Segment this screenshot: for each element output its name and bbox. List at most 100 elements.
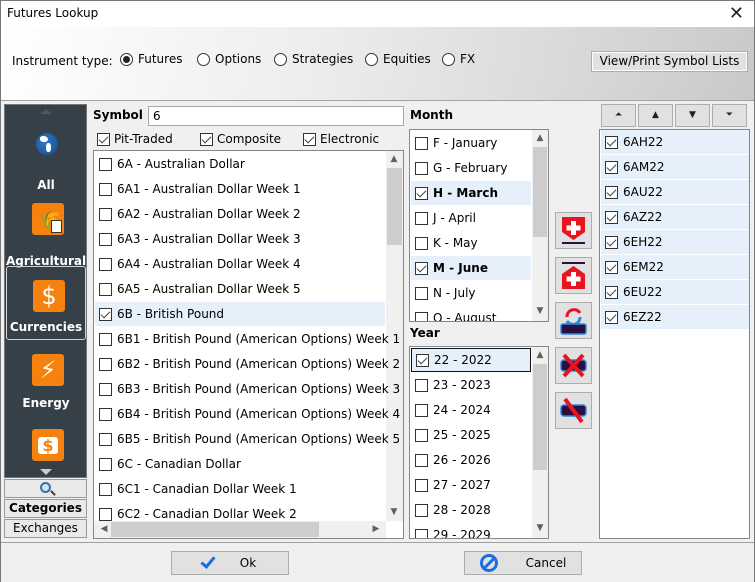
move-down-button[interactable]: ▼ bbox=[675, 104, 710, 127]
search-categories-button[interactable] bbox=[4, 479, 87, 498]
checkbox[interactable] bbox=[415, 136, 428, 150]
list-item[interactable]: 6B5 - British Pound (American Options) W… bbox=[95, 427, 400, 451]
radio-futures[interactable]: Futures bbox=[120, 52, 182, 66]
list-item[interactable]: 6AM22 bbox=[601, 155, 749, 179]
list-item[interactable]: K - May bbox=[411, 231, 531, 255]
checkbox[interactable] bbox=[415, 311, 428, 321]
list-item[interactable]: 6B4 - British Pound (American Options) W… bbox=[95, 402, 400, 426]
ok-button[interactable]: Ok bbox=[171, 551, 289, 575]
list-item[interactable]: 6A2 - Australian Dollar Week 2 bbox=[95, 202, 385, 226]
list-item[interactable]: M - June bbox=[411, 256, 531, 280]
scroll-up-icon[interactable]: ▲ bbox=[386, 154, 402, 164]
sidebar-item-metals[interactable]: $ bbox=[6, 417, 86, 461]
move-top-button[interactable]: ⏶ bbox=[601, 104, 636, 127]
checkbox[interactable] bbox=[99, 182, 112, 196]
list-item[interactable]: 6A - Australian Dollar bbox=[95, 152, 385, 176]
list-item[interactable]: 6B - British Pound bbox=[95, 302, 385, 326]
list-item[interactable]: 6A5 - Australian Dollar Week 5 bbox=[95, 277, 385, 301]
checkbox[interactable] bbox=[605, 310, 618, 324]
checkbox[interactable] bbox=[99, 507, 112, 521]
checkbox[interactable] bbox=[99, 457, 112, 471]
scroll-up-icon[interactable]: ▲ bbox=[532, 350, 548, 360]
scroll-down-arrow-icon[interactable] bbox=[40, 469, 52, 475]
filter-electronic[interactable]: Electronic bbox=[303, 132, 379, 146]
radio-options[interactable]: Options bbox=[197, 52, 261, 66]
list-item[interactable]: 6C1 - Canadian Dollar Week 1 bbox=[95, 477, 385, 501]
checkbox[interactable] bbox=[415, 286, 428, 300]
scroll-down-icon[interactable]: ▼ bbox=[386, 507, 402, 517]
remove-button[interactable] bbox=[555, 347, 592, 384]
radio-fx[interactable]: FX bbox=[442, 52, 475, 66]
checkbox[interactable] bbox=[99, 207, 112, 221]
checkbox[interactable] bbox=[415, 528, 428, 538]
categories-tab[interactable]: Categories bbox=[4, 499, 87, 518]
clear-button[interactable] bbox=[555, 392, 592, 429]
checkbox[interactable] bbox=[415, 453, 428, 467]
checkbox[interactable] bbox=[99, 307, 112, 321]
checkbox[interactable] bbox=[605, 260, 618, 274]
replace-button[interactable] bbox=[555, 302, 592, 339]
checkbox[interactable] bbox=[415, 478, 428, 492]
checkbox[interactable] bbox=[99, 407, 112, 421]
month-list[interactable]: ▲ ▼ F - January G - February H - March J - … bbox=[409, 129, 549, 322]
radio-equities[interactable]: Equities bbox=[365, 52, 431, 66]
sidebar-item-all[interactable]: All bbox=[6, 123, 86, 197]
list-item[interactable]: Q - August bbox=[411, 306, 531, 321]
list-item[interactable]: J - April bbox=[411, 206, 531, 230]
move-bottom-button[interactable]: ⏷ bbox=[712, 104, 747, 127]
list-item[interactable]: F - January bbox=[411, 131, 531, 155]
add-above-button[interactable] bbox=[555, 257, 592, 294]
list-item[interactable]: 6C2 - Canadian Dollar Week 2 bbox=[95, 502, 385, 526]
checkbox[interactable] bbox=[415, 161, 428, 175]
list-item[interactable]: 6EZ22 bbox=[601, 305, 749, 329]
checkbox[interactable] bbox=[99, 357, 112, 371]
checkbox[interactable] bbox=[415, 261, 428, 275]
year-list[interactable]: ▲ ▼ 22 - 2022 23 - 2023 24 - 2024 25 - 2025… bbox=[409, 346, 549, 539]
list-item[interactable]: 22 - 2022 bbox=[411, 348, 531, 372]
list-item[interactable]: 27 - 2027 bbox=[411, 473, 531, 497]
list-item[interactable]: 6A3 - Australian Dollar Week 3 bbox=[95, 227, 385, 251]
checkbox[interactable] bbox=[99, 382, 112, 396]
scrollbar-thumb[interactable] bbox=[533, 364, 547, 470]
radio-strategies[interactable]: Strategies bbox=[274, 52, 353, 66]
checkbox[interactable] bbox=[415, 211, 428, 225]
checkbox[interactable] bbox=[99, 282, 112, 296]
list-item[interactable]: 6EM22 bbox=[601, 255, 749, 279]
checkbox[interactable] bbox=[605, 135, 618, 149]
list-item[interactable]: N - July bbox=[411, 281, 531, 305]
list-item[interactable]: 6EH22 bbox=[601, 230, 749, 254]
exchanges-tab[interactable]: Exchanges bbox=[4, 519, 87, 538]
checkbox[interactable] bbox=[605, 235, 618, 249]
checkbox[interactable] bbox=[99, 232, 112, 246]
sidebar-item-currencies[interactable]: $ Currencies bbox=[6, 266, 86, 340]
checkbox[interactable] bbox=[605, 185, 618, 199]
checkbox[interactable] bbox=[99, 432, 112, 446]
list-item[interactable]: 6B3 - British Pound (American Options) W… bbox=[95, 377, 400, 401]
add-below-button[interactable] bbox=[555, 212, 592, 249]
checkbox[interactable] bbox=[99, 332, 112, 346]
symbol-input[interactable] bbox=[148, 106, 404, 126]
list-item[interactable]: 6B1 - British Pound (American Options) W… bbox=[95, 327, 400, 351]
sidebar-item-agricultural[interactable]: 🌾 Agricultural bbox=[6, 199, 86, 273]
list-item[interactable]: 25 - 2025 bbox=[411, 423, 531, 447]
list-item[interactable]: 6AH22 bbox=[601, 130, 749, 154]
month-list-vscrollbar[interactable]: ▲ ▼ bbox=[532, 130, 548, 321]
scrollbar-thumb[interactable] bbox=[533, 147, 547, 237]
checkbox[interactable] bbox=[416, 353, 429, 367]
scroll-up-arrow-icon[interactable] bbox=[40, 109, 52, 114]
view-print-symbol-lists-button[interactable]: View/Print Symbol Lists bbox=[591, 51, 748, 72]
list-item[interactable]: 6A1 - Australian Dollar Week 1 bbox=[95, 177, 385, 201]
list-item[interactable]: 6C - Canadian Dollar bbox=[95, 452, 385, 476]
filter-pit-traded[interactable]: Pit-Traded bbox=[97, 132, 173, 146]
list-item[interactable]: 6B2 - British Pound (American Options) W… bbox=[95, 352, 400, 376]
list-item[interactable]: 6AU22 bbox=[601, 180, 749, 204]
move-up-button[interactable]: ▲ bbox=[638, 104, 673, 127]
sidebar-item-energy[interactable]: ⚡ Energy bbox=[6, 341, 86, 415]
checkbox[interactable] bbox=[605, 285, 618, 299]
scroll-down-icon[interactable]: ▼ bbox=[532, 306, 548, 316]
checkbox[interactable] bbox=[415, 503, 428, 517]
checkbox[interactable] bbox=[605, 210, 618, 224]
checkbox[interactable] bbox=[99, 257, 112, 271]
scrollbar-thumb[interactable] bbox=[387, 168, 402, 245]
cancel-button[interactable]: Cancel bbox=[464, 551, 582, 575]
